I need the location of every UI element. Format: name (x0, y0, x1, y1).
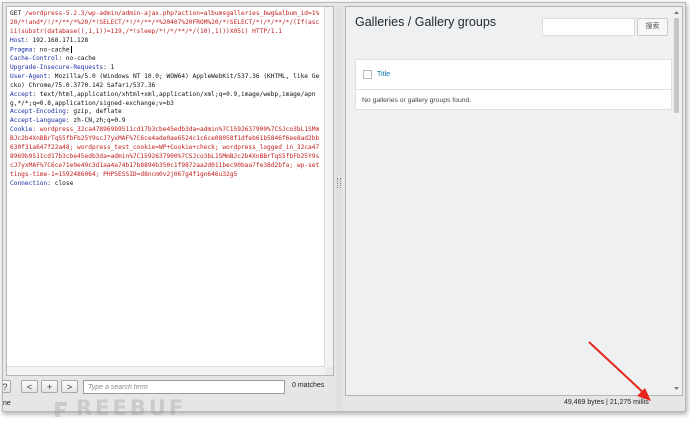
search-input[interactable] (83, 380, 285, 394)
scroll-up-icon[interactable] (673, 9, 680, 16)
request-line-value: : wordpress_32ca478969b9511cd17b3cbe45ed… (10, 126, 320, 178)
request-line-key: GET (10, 10, 22, 17)
title-column-header[interactable]: Title (377, 71, 390, 78)
request-line-value: : no-cache (58, 55, 96, 63)
next-match-button[interactable]: > (61, 380, 78, 393)
request-line-value: : no-cache (32, 46, 70, 54)
request-horizontal-scrollbar[interactable] (7, 366, 325, 375)
request-line-value: : gzip, deflate (65, 108, 122, 116)
pane-divider[interactable] (336, 6, 342, 411)
previous-match-button[interactable]: < (21, 380, 38, 393)
annotation-arrow-icon (588, 341, 651, 401)
empty-message: No galleries or gallery groups found. (362, 97, 472, 104)
request-editor[interactable]: GET /wordpress-5.2.3/wp-admin/admin-ajax… (6, 6, 334, 376)
request-line-key: Cookie (10, 126, 33, 134)
request-line: Upgrade-Insecure-Requests: 1 (10, 64, 321, 73)
render-vertical-scrollbar[interactable] (673, 9, 680, 392)
request-line-value: : Mozilla/5.0 (Windows NT 10.0; WOW64) A… (10, 72, 320, 89)
table-header: Title (356, 60, 671, 90)
request-line-value: : 1 (103, 63, 115, 71)
request-line-key: Accept (10, 90, 33, 98)
request-line-key: User-Agent (10, 72, 48, 80)
request-line: Accept: text/html,application/xhtml+xml,… (10, 91, 321, 109)
burp-window: GET /wordpress-5.2.3/wp-admin/admin-ajax… (2, 2, 686, 412)
request-line-key: Upgrade-Insecure-Requests (10, 63, 104, 71)
request-vertical-scrollbar[interactable] (324, 7, 333, 367)
divider-grip-icon[interactable] (337, 178, 341, 188)
request-line: GET /wordpress-5.2.3/wp-admin/admin-ajax… (10, 10, 321, 37)
request-line-value: : zh-CN,zh;q=0.9 (65, 117, 126, 125)
request-line-key: Connection (10, 179, 48, 187)
search-bar: ? < + > 0 matches (3, 377, 336, 397)
add-search-button[interactable]: + (41, 380, 58, 393)
request-line-value: /wordpress-5.2.3/wp-admin/admin-ajax.php… (10, 10, 320, 35)
status-left: ne (3, 400, 11, 407)
request-line-value: : 192.168.171.128 (24, 36, 89, 44)
request-line: Accept-Language: zh-CN,zh;q=0.9 (10, 117, 321, 126)
select-all-checkbox[interactable] (363, 70, 372, 79)
request-line: Accept-Encoding: gzip, deflate (10, 108, 321, 117)
scrollbar-thumb[interactable] (674, 18, 679, 113)
help-button[interactable]: ? (3, 380, 11, 393)
gallery-search-input[interactable] (542, 18, 635, 36)
request-line: Cache-Control: no-cache (10, 55, 321, 64)
request-line-key: Cache-Control (10, 55, 59, 63)
watermark-text: REEBUF (76, 396, 187, 420)
request-line: Pragma: no-cache (10, 45, 321, 55)
scroll-corner (325, 367, 333, 375)
request-line: Connection: close (10, 180, 321, 189)
page-title: Galleries / Gallery groups (355, 15, 497, 29)
freebuf-logo-icon (55, 402, 67, 417)
request-line: Host: 192.168.171.128 (10, 37, 321, 46)
request-line: User-Agent: Mozilla/5.0 (Windows NT 10.0… (10, 73, 321, 91)
request-line-value: : close (47, 179, 74, 187)
text-cursor (70, 45, 72, 53)
scroll-down-icon[interactable] (673, 385, 680, 392)
request-line-key: Accept-Language (10, 117, 66, 125)
gallery-search-button[interactable]: 搜索 (637, 18, 668, 36)
request-line-key: Host (10, 36, 25, 44)
request-line: Cookie: wordpress_32ca478969b9511cd17b3c… (10, 126, 321, 179)
request-line-key: Pragma (10, 46, 33, 54)
request-line-value: : text/html,application/xhtml+xml,applic… (10, 90, 316, 107)
request-text[interactable]: GET /wordpress-5.2.3/wp-admin/admin-ajax… (10, 10, 321, 363)
request-line-key: Accept-Encoding (10, 108, 66, 116)
freebuf-watermark: REEBUF (52, 396, 222, 424)
galleries-table: Title No galleries or gallery groups fou… (355, 59, 672, 110)
match-count: 0 matches (292, 382, 325, 389)
